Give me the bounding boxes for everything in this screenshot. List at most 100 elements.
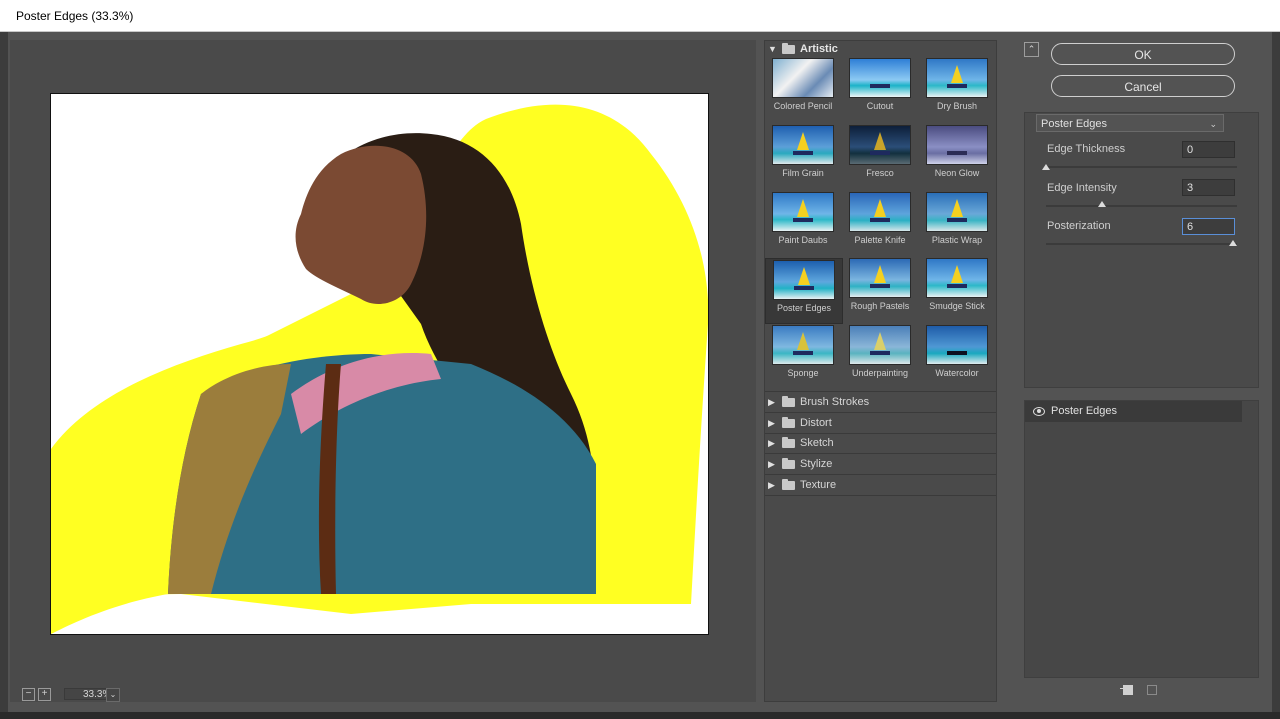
category-label: Stylize <box>800 458 833 470</box>
thumbnail-image <box>849 258 911 298</box>
category-sketch[interactable]: ▶ Sketch <box>768 434 834 452</box>
filter-select-dropdown[interactable]: Poster Edges ⌄ <box>1036 114 1224 132</box>
folder-icon <box>782 478 795 490</box>
effect-layer-name: Poster Edges <box>1051 405 1118 417</box>
edge-intensity-slider-track[interactable] <box>1046 205 1237 207</box>
filter-thumb-cutout[interactable]: Cutout <box>842 58 918 111</box>
effect-layer-row[interactable]: Poster Edges <box>1025 401 1242 422</box>
collapsed-triangle-icon: ▶ <box>768 417 775 428</box>
zoom-dropdown-arrow[interactable]: ⌄ <box>106 688 120 702</box>
edge-thickness-slider-handle[interactable] <box>1042 164 1050 170</box>
divider <box>765 412 996 413</box>
zoom-in-button[interactable]: + <box>38 688 51 701</box>
filter-thumb-underpainting[interactable]: Underpainting <box>842 325 918 378</box>
thumbnail-image <box>849 192 911 232</box>
app-strip-right <box>1272 32 1280 719</box>
filter-thumb-rough-pastels[interactable]: Rough Pastels <box>842 258 918 311</box>
edge-intensity-field[interactable]: 3 <box>1182 179 1235 196</box>
filter-thumb-poster-edges[interactable]: Poster Edges <box>765 258 843 324</box>
category-label: Distort <box>800 417 832 429</box>
category-texture[interactable]: ▶ Texture <box>768 476 836 494</box>
window-title: Poster Edges (33.3%) <box>16 9 134 23</box>
app-strip-left <box>0 32 8 719</box>
edge-intensity-slider-handle[interactable] <box>1098 201 1106 207</box>
filter-name: Cutout <box>866 101 894 111</box>
filter-thumb-smudge-stick[interactable]: Smudge Stick <box>919 258 995 311</box>
preview-artwork <box>51 94 708 634</box>
thumbnail-image <box>926 192 988 232</box>
filter-name: Dry Brush <box>936 101 977 111</box>
thumbnail-image <box>849 125 911 165</box>
category-label: Artistic <box>800 43 838 55</box>
thumbnail-image <box>773 260 835 300</box>
posterization-label: Posterization <box>1047 220 1111 232</box>
filter-name: Smudge Stick <box>929 301 985 311</box>
divider <box>765 391 996 392</box>
category-label: Brush Strokes <box>800 396 870 408</box>
category-stylize[interactable]: ▶ Stylize <box>768 455 832 473</box>
chevron-down-icon: ⌄ <box>1209 119 1217 129</box>
category-label: Texture <box>800 479 837 491</box>
filter-thumb-paint-daubs[interactable]: Paint Daubs <box>765 192 841 245</box>
delete-effect-layer-icon[interactable] <box>1147 685 1157 695</box>
app-status-strip <box>0 712 1280 719</box>
filter-thumb-fresco[interactable]: Fresco <box>842 125 918 178</box>
filter-name: Sponge <box>787 368 819 378</box>
folder-icon <box>782 457 795 469</box>
cancel-button[interactable]: Cancel <box>1051 75 1235 97</box>
category-artistic[interactable]: ▼ Artistic <box>768 40 838 58</box>
posterization-slider-handle[interactable] <box>1229 240 1237 246</box>
filter-thumb-sponge[interactable]: Sponge <box>765 325 841 378</box>
filter-thumb-plastic-wrap[interactable]: Plastic Wrap <box>919 192 995 245</box>
zoom-level-field[interactable]: 33.3% <box>64 688 112 700</box>
folder-icon <box>782 436 795 448</box>
filter-name: Underpainting <box>851 368 909 378</box>
filter-name: Poster Edges <box>776 303 832 313</box>
visibility-eye-icon[interactable] <box>1033 407 1045 416</box>
edge-intensity-label: Edge Intensity <box>1047 182 1117 194</box>
filter-name: Fresco <box>866 168 894 178</box>
filter-name: Paint Daubs <box>778 235 828 245</box>
collapse-gallery-icon[interactable]: ⌃ <box>1024 42 1039 57</box>
filter-name: Colored Pencil <box>773 101 833 111</box>
ok-button[interactable]: OK <box>1051 43 1235 65</box>
new-effect-layer-icon[interactable] <box>1120 685 1133 695</box>
title-bar: Poster Edges (33.3%) <box>0 0 1280 32</box>
category-distort[interactable]: ▶ Distort <box>768 414 832 432</box>
filter-name: Plastic Wrap <box>931 235 983 245</box>
filter-name: Rough Pastels <box>850 301 910 311</box>
thumbnail-image <box>849 58 911 98</box>
edge-thickness-label: Edge Thickness <box>1047 143 1126 155</box>
category-label: Sketch <box>800 437 834 449</box>
filter-name: Neon Glow <box>934 168 980 178</box>
edge-thickness-slider-track[interactable] <box>1046 166 1237 168</box>
collapsed-triangle-icon: ▶ <box>768 479 775 490</box>
thumbnail-image <box>926 325 988 365</box>
collapsed-triangle-icon: ▶ <box>768 396 775 407</box>
folder-icon <box>782 416 795 428</box>
filter-thumb-colored-pencil[interactable]: Colored Pencil <box>765 58 841 111</box>
filter-name: Watercolor <box>935 368 979 378</box>
filter-thumb-palette-knife[interactable]: Palette Knife <box>842 192 918 245</box>
divider <box>765 474 996 475</box>
divider <box>765 453 996 454</box>
expanded-triangle-icon: ▼ <box>768 44 777 54</box>
effect-layers-panel <box>1024 400 1259 678</box>
divider <box>765 495 996 496</box>
collapsed-triangle-icon: ▶ <box>768 437 775 448</box>
posterization-slider-track[interactable] <box>1046 243 1237 245</box>
filter-select-value: Poster Edges <box>1041 118 1108 130</box>
category-brush-strokes[interactable]: ▶ Brush Strokes <box>768 393 869 411</box>
thumbnail-image <box>926 125 988 165</box>
filter-thumb-film-grain[interactable]: Film Grain <box>765 125 841 178</box>
thumbnail-image <box>926 258 988 298</box>
thumbnail-image <box>849 325 911 365</box>
edge-thickness-field[interactable]: 0 <box>1182 141 1235 158</box>
filter-thumb-dry-brush[interactable]: Dry Brush <box>919 58 995 111</box>
zoom-out-button[interactable]: − <box>22 688 35 701</box>
filter-name: Palette Knife <box>854 235 906 245</box>
filter-thumb-watercolor[interactable]: Watercolor <box>919 325 995 378</box>
posterization-field[interactable]: 6 <box>1182 218 1235 235</box>
preview-image[interactable] <box>50 93 709 635</box>
filter-thumb-neon-glow[interactable]: Neon Glow <box>919 125 995 178</box>
